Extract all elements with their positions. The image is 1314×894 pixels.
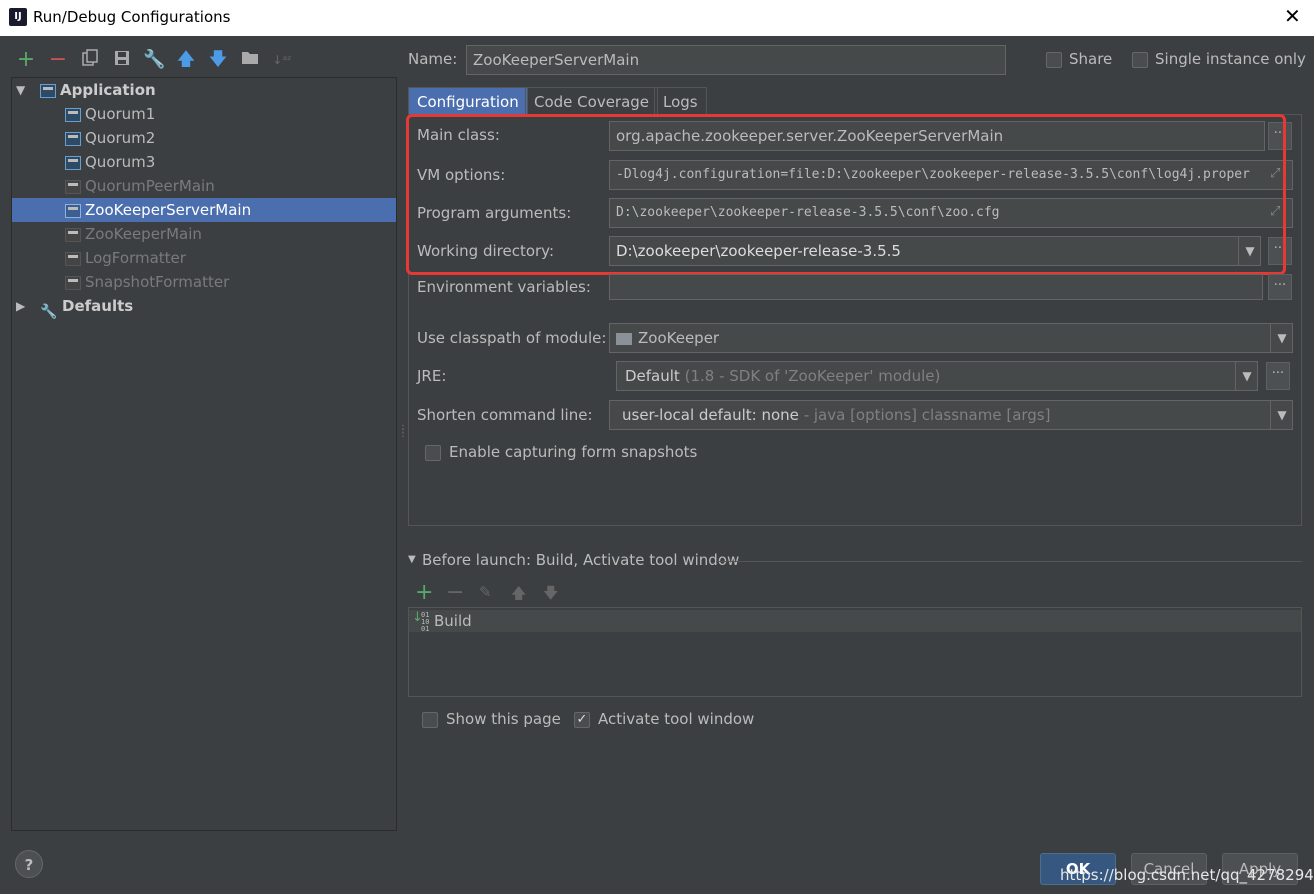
jre-select[interactable]: Default (1.8 - SDK of 'ZooKeeper' module… [616, 361, 1258, 391]
tree-item[interactable]: Quorum2 [65, 126, 155, 150]
env-vars-label: Environment variables: [417, 278, 591, 296]
tab-configuration[interactable]: Configuration [408, 87, 528, 115]
tree-item[interactable]: ZooKeeperMain [65, 222, 202, 246]
separator [716, 561, 1302, 562]
window-title: Run/Debug Configurations [33, 8, 231, 26]
application-config-icon [65, 203, 81, 218]
classpath-select[interactable]: ZooKeeper [609, 323, 1293, 353]
share-checkbox[interactable] [1046, 52, 1062, 68]
expand-icon[interactable]: ⤢ [1270, 204, 1280, 219]
program-args-input[interactable]: D:\zookeeper\zookeeper-release-3.5.5\con… [609, 198, 1293, 228]
add-task-icon[interactable]: + [415, 580, 433, 605]
shorten-select[interactable]: user-local default: none - java [options… [609, 400, 1293, 430]
copy-icon[interactable] [79, 49, 101, 71]
single-instance-checkbox[interactable] [1132, 52, 1148, 68]
splitter-handle[interactable]: ⋮ ⋮ [398, 425, 408, 439]
tab-code-coverage[interactable]: Code Coverage [525, 87, 659, 115]
module-folder-icon [616, 332, 632, 345]
move-up-icon[interactable]: 🡅 [511, 583, 526, 608]
env-vars-input[interactable] [609, 274, 1263, 300]
remove-icon[interactable]: − [47, 49, 69, 71]
tab-logs[interactable]: Logs [654, 87, 707, 115]
application-config-icon [65, 107, 81, 122]
single-instance-label: Single instance only [1155, 50, 1306, 68]
move-down-icon[interactable]: 🡇 [207, 49, 229, 71]
help-button[interactable]: ? [15, 850, 43, 878]
binary-icon: 01 10 01 [421, 611, 430, 633]
move-up-icon[interactable]: 🡅 [175, 49, 197, 71]
watermark: https://blog.csdn.net/qq_42782945 [1060, 866, 1314, 884]
folder-icon[interactable] [239, 49, 261, 71]
chevron-down-icon[interactable]: ▼ [1270, 401, 1293, 429]
chevron-down-icon[interactable]: ▼ [1270, 324, 1293, 352]
browse-jre-button[interactable]: ··· [1266, 362, 1290, 390]
working-dir-label: Working directory: [417, 242, 555, 260]
expand-icon[interactable]: ⤢ [1270, 166, 1280, 181]
collapse-triangle-icon[interactable]: ▶ [16, 299, 25, 313]
chevron-down-icon[interactable]: ▼ [1235, 362, 1258, 390]
wrench-icon[interactable]: 🔧 [143, 49, 165, 71]
name-label: Name: [408, 50, 458, 68]
program-args-label: Program arguments: [417, 204, 572, 222]
application-config-icon [65, 131, 81, 146]
application-config-icon [65, 227, 81, 242]
main-class-input[interactable]: org.apache.zookeeper.server.ZooKeeperSer… [609, 121, 1265, 151]
tree-item-selected[interactable]: ZooKeeperServerMain [12, 198, 396, 222]
intellij-app-icon: IJ [9, 8, 27, 26]
classpath-label: Use classpath of module: [417, 329, 607, 347]
show-page-label: Show this page [446, 710, 561, 728]
vm-options-label: VM options: [417, 166, 506, 184]
capture-snapshots-label: Enable capturing form snapshots [449, 443, 698, 461]
show-page-checkbox[interactable] [422, 712, 438, 728]
application-config-icon [65, 251, 81, 266]
name-input[interactable]: ZooKeeperServerMain [466, 45, 1006, 75]
tree-item[interactable]: SnapshotFormatter [65, 270, 229, 294]
browse-working-dir-button[interactable]: ··· [1268, 237, 1292, 265]
before-launch-title: Before launch: Build, Activate tool wind… [422, 551, 740, 569]
tree-item[interactable]: QuorumPeerMain [65, 174, 215, 198]
chevron-down-icon[interactable]: ▼ [1238, 237, 1261, 265]
tree-item[interactable]: Quorum1 [65, 102, 155, 126]
configuration-tree: ▼ Application Quorum1 Quorum2 Quorum3 Qu… [11, 77, 397, 831]
remove-task-icon[interactable]: − [446, 580, 464, 605]
working-dir-input[interactable]: D:\zookeeper\zookeeper-release-3.5.5 [609, 236, 1261, 266]
application-icon [40, 83, 56, 98]
capture-snapshots-checkbox[interactable] [425, 445, 441, 461]
application-config-icon [65, 275, 81, 290]
vm-options-input[interactable]: -Dlog4j.configuration=file:D:\zookeeper\… [609, 160, 1293, 190]
before-launch-list: ↓ 01 10 01 Build [408, 607, 1302, 697]
expand-triangle-icon[interactable]: ▼ [16, 83, 25, 97]
close-window-button[interactable]: ✕ [1284, 4, 1301, 28]
edit-task-icon[interactable]: ✎ [479, 583, 492, 601]
shorten-label: Shorten command line: [417, 406, 593, 424]
sort-icon[interactable]: ↓ᵃᶻ [271, 49, 293, 71]
main-class-label: Main class: [417, 126, 500, 144]
add-icon[interactable]: + [15, 49, 37, 71]
tree-node-application[interactable]: Application [40, 78, 156, 102]
tree-item[interactable]: LogFormatter [65, 246, 186, 270]
title-bar: IJ Run/Debug Configurations ✕ [0, 0, 1314, 36]
edit-env-vars-button[interactable]: ··· [1268, 274, 1292, 300]
list-item[interactable]: ↓ 01 10 01 Build [409, 610, 1301, 633]
share-label: Share [1069, 50, 1113, 68]
tree-item[interactable]: Quorum3 [65, 150, 155, 174]
save-icon[interactable] [111, 49, 133, 71]
jre-label: JRE: [417, 367, 447, 385]
activate-tool-label: Activate tool window [598, 710, 755, 728]
application-config-icon [65, 155, 81, 170]
activate-tool-checkbox[interactable]: ✓ [574, 712, 590, 728]
browse-main-class-button[interactable]: ··· [1268, 122, 1292, 150]
collapse-triangle-icon[interactable]: ▼ [408, 554, 416, 565]
wrench-icon: 🔧 [40, 303, 58, 320]
application-config-icon [65, 179, 81, 194]
move-down-icon[interactable]: 🡇 [543, 583, 558, 608]
tree-node-defaults[interactable]: 🔧 Defaults [40, 294, 133, 320]
